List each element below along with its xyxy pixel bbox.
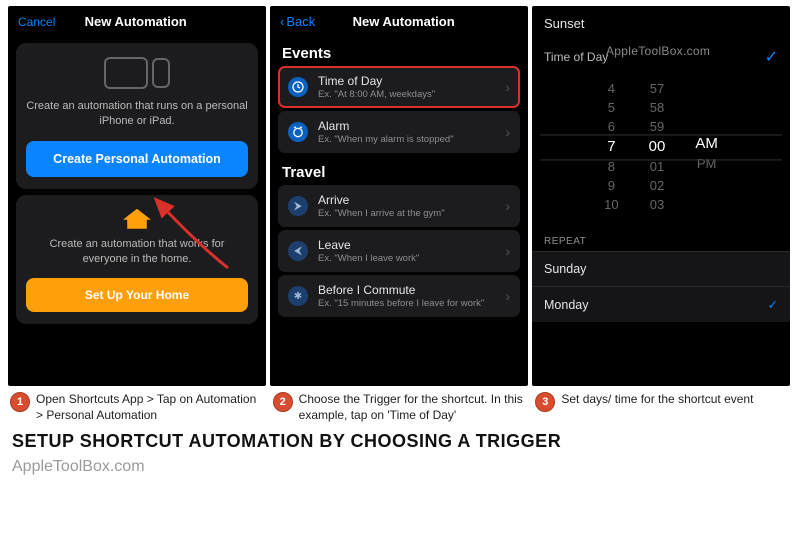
chevron-left-icon: ‹ [280,14,284,29]
create-personal-automation-button[interactable]: Create Personal Automation [26,141,248,177]
setup-home-button[interactable]: Set Up Your Home [26,278,248,312]
clock-icon [288,77,308,97]
screen-1-new-automation: Cancel New Automation Create an automati… [8,6,266,386]
home-card-desc: Create an automation that works for ever… [26,237,248,267]
ampm-column[interactable]: AM PM [695,135,718,212]
screen1-title: New Automation [85,14,187,29]
chevron-right-icon: › [505,124,510,140]
home-icon [123,209,151,229]
arrive-icon: ⮞ [288,196,308,216]
trigger-alarm[interactable]: AlarmEx. "When my alarm is stopped" › [278,111,520,153]
cancel-button[interactable]: Cancel [18,15,55,29]
time-of-day-option[interactable]: Time of Day ✓ [544,41,778,73]
minute-column[interactable]: 575859 00 010203 [649,81,666,212]
repeat-monday[interactable]: Monday ✓ [532,286,790,322]
checkmark-icon: ✓ [768,297,778,312]
chevron-right-icon: › [505,198,510,214]
sunset-option[interactable]: Sunset [544,16,778,31]
screen-3-time-settings: Sunset Time of Day ✓ AppleToolBox.com 45… [532,6,790,386]
trigger-leave[interactable]: ⮜ LeaveEx. "When I leave work" › [278,230,520,272]
screen2-title: New Automation [289,14,518,29]
checkmark-icon: ✓ [765,47,778,67]
step-badge-3: 3 [535,392,555,412]
repeat-sunday[interactable]: Sunday [532,251,790,286]
hour-column[interactable]: 456 7 8910 [604,81,618,212]
step-badge-2: 2 [273,392,293,412]
chevron-right-icon: › [505,79,510,95]
trigger-arrive[interactable]: ⮞ ArriveEx. "When I arrive at the gym" › [278,185,520,227]
site-credit: AppleToolBox.com [0,454,800,476]
screen-2-trigger-list: ‹ Back New Automation Events Time of Day… [270,6,528,386]
personal-card-desc: Create an automation that runs on a pers… [26,99,248,129]
caption-2: 2 Choose the Trigger for the shortcut. I… [273,392,528,423]
time-picker[interactable]: 456 7 8910 575859 00 010203 AM PM [532,75,790,222]
alarm-icon [288,122,308,142]
personal-automation-card: Create an automation that runs on a pers… [16,43,258,189]
commute-icon: ✱ [288,286,308,306]
chevron-right-icon: › [505,243,510,259]
repeat-label: REPEAT [532,222,790,251]
trigger-before-commute[interactable]: ✱ Before I CommuteEx. "15 minutes before… [278,275,520,317]
trigger-time-of-day[interactable]: Time of DayEx. "At 8:00 AM, weekdays" › [278,66,520,108]
leave-icon: ⮜ [288,241,308,261]
caption-1: 1 Open Shortcuts App > Tap on Automation… [10,392,265,423]
caption-3: 3 Set days/ time for the shortcut event [535,392,790,423]
travel-header: Travel [270,156,528,185]
devices-icon [26,57,248,89]
tutorial-title: SETUP SHORTCUT AUTOMATION BY CHOOSING A … [0,423,800,454]
home-automation-card: Create an automation that works for ever… [16,195,258,325]
step-badge-1: 1 [10,392,30,412]
events-header: Events [270,37,528,66]
chevron-right-icon: › [505,288,510,304]
